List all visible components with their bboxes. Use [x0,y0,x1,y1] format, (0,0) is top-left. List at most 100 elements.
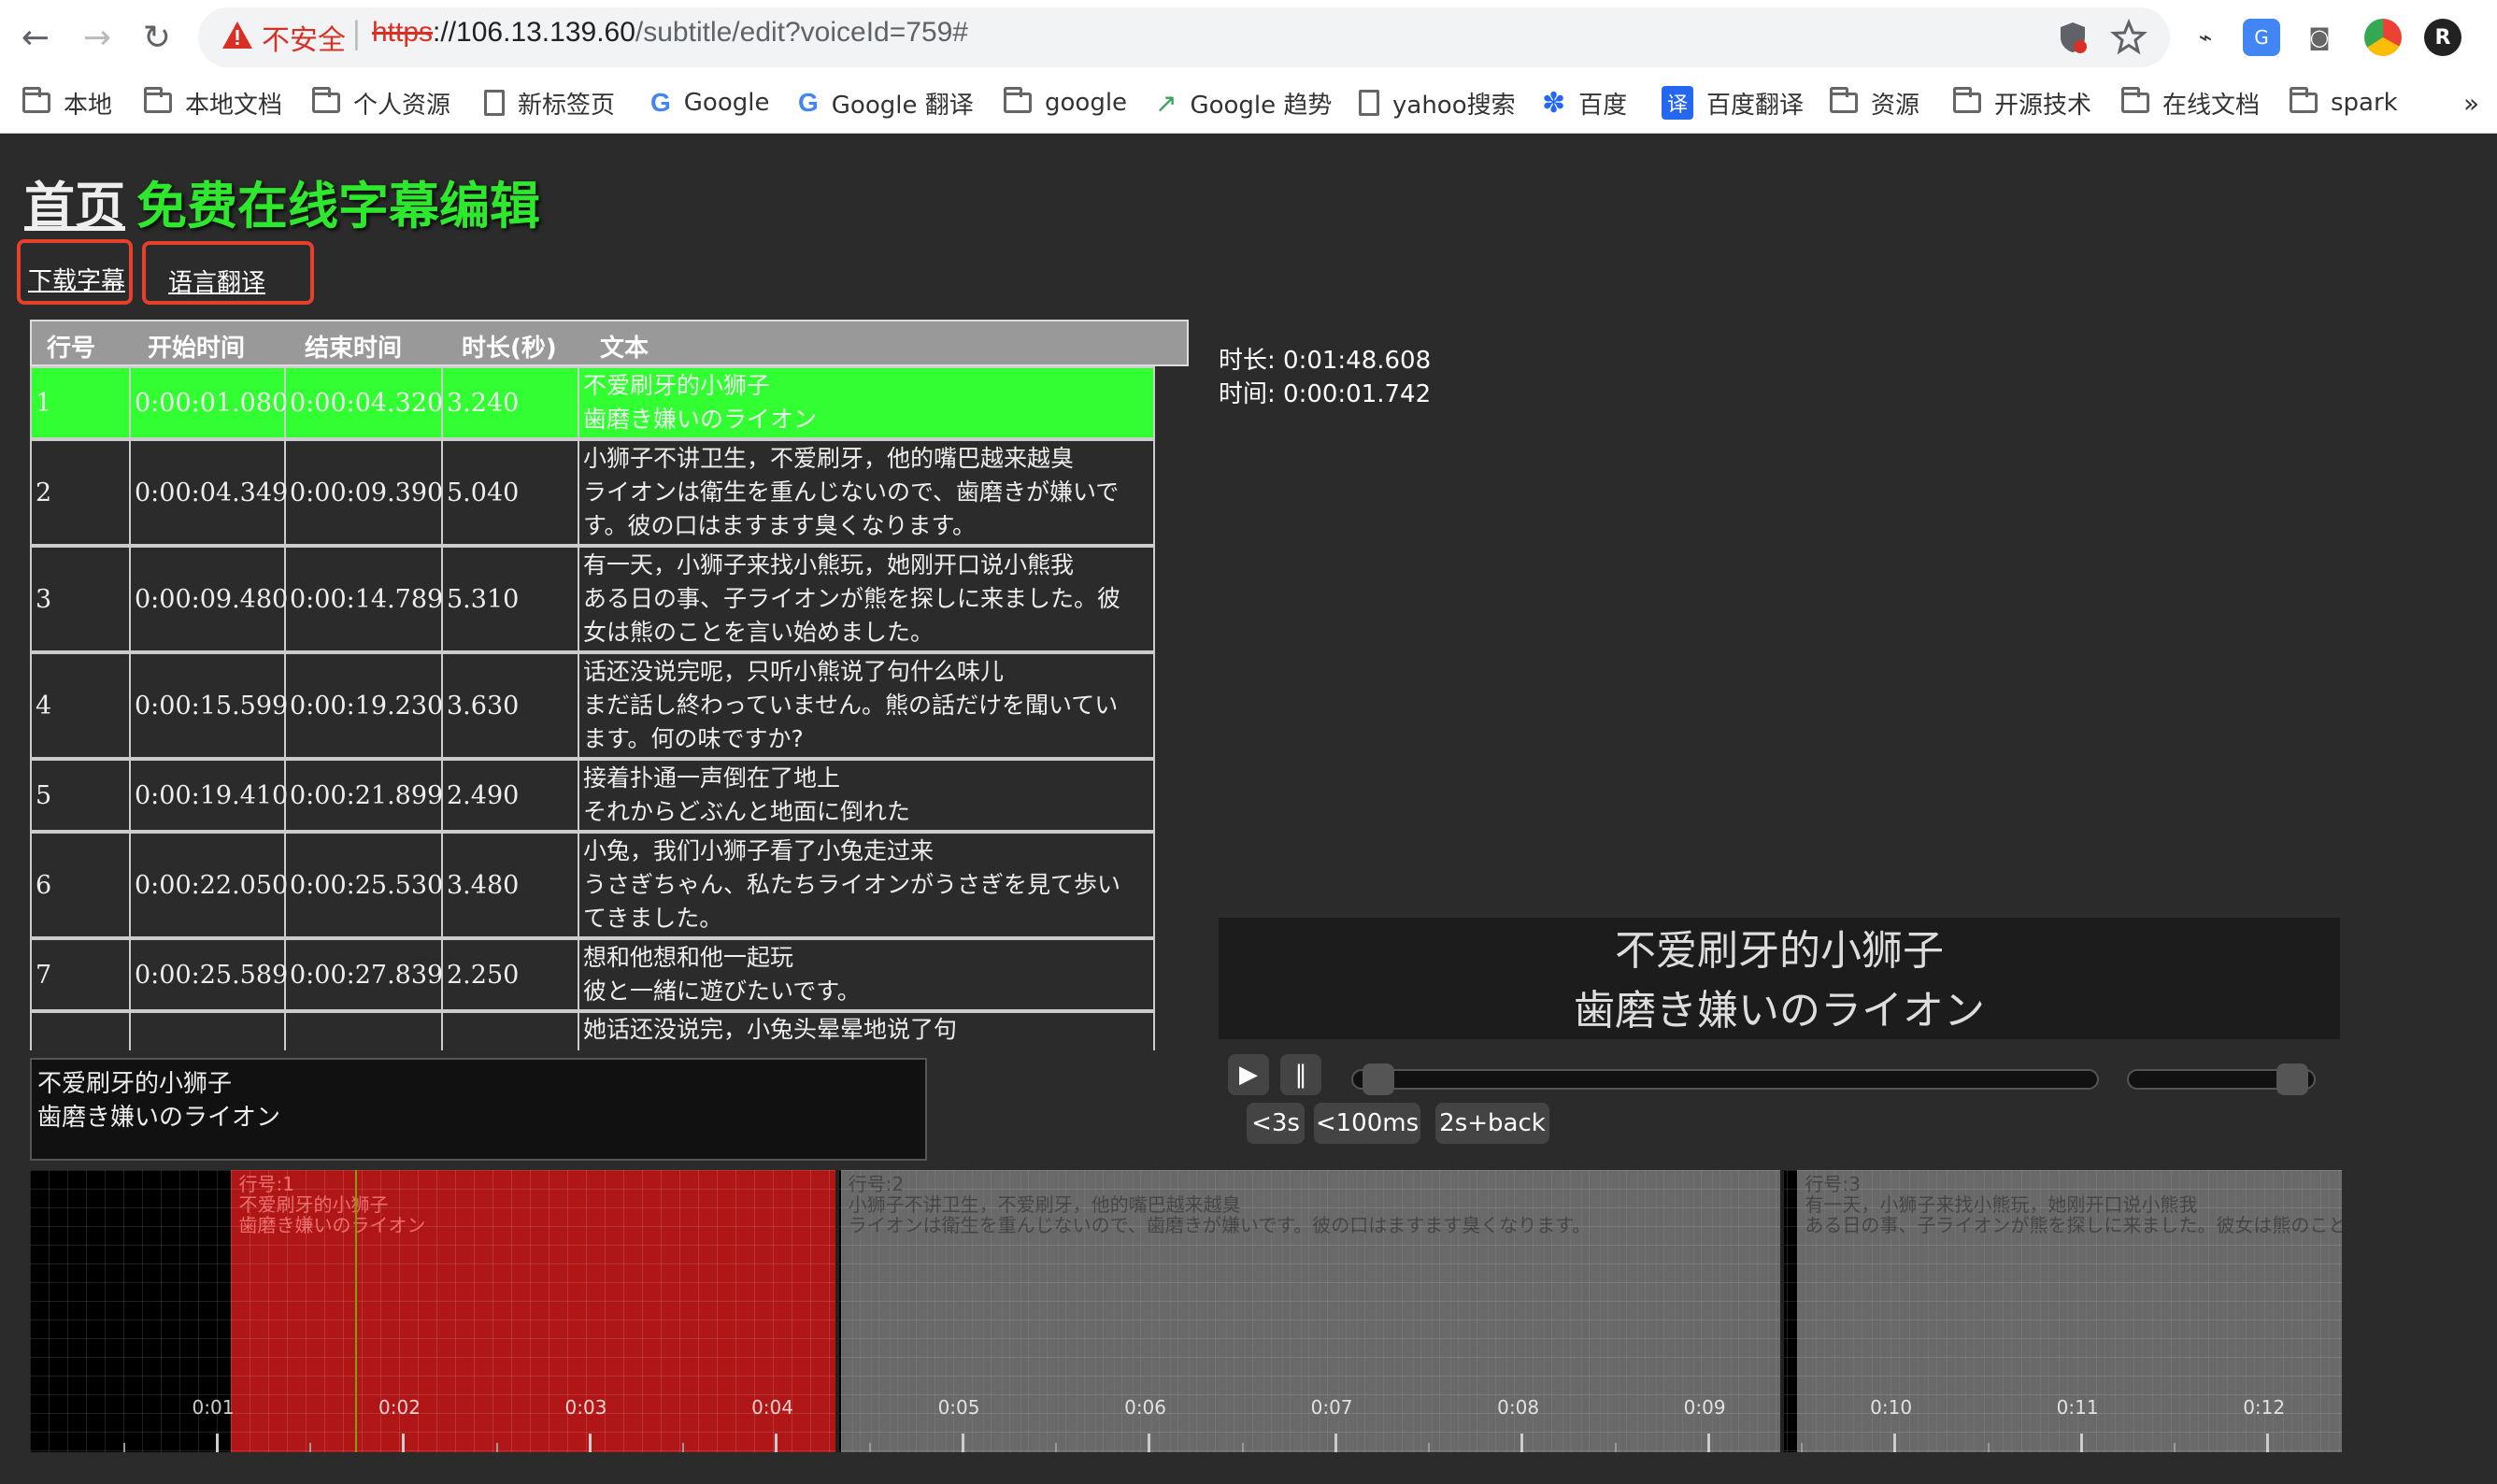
cell-line-no: 3 [32,548,131,650]
bookmark-star-icon[interactable] [2110,19,2147,56]
segment-label-line: 行号:3 [1805,1173,1861,1195]
bookmark-item[interactable]: 在线文档 [2121,82,2260,123]
bookmark-item[interactable]: 个人资源 [312,82,450,123]
timeline-segment[interactable]: 行号:1 不爱刷牙的小狮子 歯磨き嫌いのライオン [231,1170,835,1452]
timeline-tick-label: 0:01 [192,1396,235,1419]
bookmark-item[interactable]: 开源技术 [1953,82,2091,123]
url-path: /subtitle/edit?voiceId=759# [635,17,968,48]
trends-icon: ↗ [1155,87,1177,119]
segment-label: 行号:3 有一天，小狮子来找小熊玩，她刚开口说小熊我 ある日の事、子ライオンが熊を探… [1805,1174,2342,1235]
forward-arrow-icon[interactable]: → [73,13,121,62]
bookmark-item[interactable]: yahoo搜索 [1359,82,1516,123]
segment-label: 行号:1 不爱刷牙的小狮子 歯磨き嫌いのライオン [238,1174,425,1235]
insecure-label: 不安全 [262,24,346,57]
segment-label-line: 小狮子不讲卫生，不爱刷牙，他的嘴巴越来越臭 [848,1193,1241,1216]
volume-knob[interactable] [2276,1063,2308,1095]
cell-start: 0:00:01.080 [131,368,288,437]
subtitle-editor-textarea[interactable]: 不爱刷牙的小狮子 歯磨き嫌いのライオン [30,1058,927,1161]
segment-boundary[interactable] [1780,1170,1785,1452]
timeline-tick [1893,1434,1897,1452]
bookmark-item[interactable]: ↗ Google 趋势 [1155,82,1332,123]
bookmark-item[interactable]: 资源 [1830,82,1919,123]
pause-button[interactable]: ‖ [1280,1054,1321,1095]
bookmark-item[interactable]: 本地文档 [144,82,282,123]
progress-knob[interactable] [1363,1063,1395,1095]
cell-duration: 3.480 [443,834,579,936]
timeline-tick [2079,1434,2083,1452]
folder-icon [22,87,50,113]
cell-duration [443,1013,579,1050]
segment-label-line: 不爱刷牙的小狮子 [238,1193,389,1216]
timeline-minor-tick [1801,1443,1804,1452]
camera-icon[interactable]: ◙ [2301,19,2338,56]
caption-preview: 不爱刷牙的小狮子 歯磨き嫌いのライオン [1219,918,2340,1039]
timeline-tick-label: 0:04 [751,1396,793,1419]
table-row[interactable]: 2 0:00:04.349 0:00:09.390 5.040 小狮子不讲卫生，… [30,439,1155,546]
table-row[interactable]: 1 0:00:01.080 0:00:04.320 3.240 不爱刷牙的小狮子… [30,366,1155,439]
timeline-minor-tick [868,1443,871,1452]
translate-button-frame: 语言翻译 [142,241,314,305]
bookmarks-overflow-button[interactable]: » [2463,82,2479,123]
timeline-tick-label: 0:07 [1310,1396,1353,1419]
page-icon [484,90,505,116]
header-duration: 时长(秒) [462,335,557,363]
blocked-icon[interactable] [2054,19,2091,56]
cell-start: 0:00:04.349 [131,441,288,544]
table-row[interactable]: 7 0:00:25.589 0:00:27.839 2.250 想和他想和他一起… [30,938,1155,1011]
cell-duration: 5.310 [443,548,579,650]
2s-back-button[interactable]: 2s+back [1435,1103,1549,1144]
bookmark-item[interactable]: 译百度翻译 [1662,82,1804,123]
cell-line-no: 4 [32,654,131,757]
table-row[interactable]: 5 0:00:19.410 0:00:21.899 2.490 接着扑通一声倒在… [30,759,1155,832]
timeline-minor-tick [1241,1443,1244,1452]
play-button[interactable]: ▶ [1228,1054,1269,1095]
home-link[interactable]: 首页 [24,164,125,238]
extension-en-icon[interactable]: ⌁ [2187,19,2224,56]
download-button-frame: 下载字幕 [17,239,133,305]
cell-text: 想和他想和他一起玩 彼と一緒に遊びたいです。 [583,944,861,1005]
table-row[interactable]: 4 0:00:15.599 0:00:19.230 3.630 话还没说完呢，只… [30,652,1155,759]
back-100ms-button[interactable]: <100ms [1314,1103,1420,1144]
cell-start: 0:00:19.410 [131,761,288,830]
timeline-minor-tick [309,1443,312,1452]
back-arrow-icon[interactable]: ← [11,13,60,62]
cell-text: 有一天，小狮子来找小熊玩，她刚开口说小熊我 ある日の事、子ライオンが熊を探しに来ま… [583,551,1121,646]
url-text[interactable]: https://106.13.139.60/subtitle/edit?voic… [372,17,968,49]
cell-duration: 2.490 [443,761,579,830]
bookmark-item[interactable]: 新标签页 [484,82,615,123]
table-row[interactable]: 3 0:00:09.480 0:00:14.789 5.310 有一天，小狮子来… [30,546,1155,652]
download-subtitle-button[interactable]: 下载字幕 [28,262,125,296]
cell-start: 0:00:09.480 [131,548,288,650]
table-row[interactable]: 她话还没说完，小兔头晕晕地说了句 [30,1011,1155,1050]
reload-icon[interactable]: ↻ [133,13,181,62]
bookmark-item[interactable]: G Google [650,82,769,123]
segment-label-line: ある日の事、子ライオンが熊を探しに来ました。彼女は熊のこと [1805,1214,2342,1236]
google-translate-icon[interactable]: G [2243,19,2280,56]
timeline-minor-tick [1055,1443,1058,1452]
cell-text: 小狮子不讲卫生，不爱刷牙，他的嘴巴越来越臭 ライオンは衛生を重んじないので、歯磨き… [583,445,1120,539]
timeline-tick [402,1434,406,1452]
back-3s-button[interactable]: <3s [1247,1103,1305,1144]
bookmark-item[interactable]: G Google 翻译 [798,82,974,123]
timeline-tick-label: 0:09 [1683,1396,1726,1419]
cell-start: 0:00:25.589 [131,940,288,1009]
bookmark-item[interactable]: 本地 [22,82,112,123]
table-row[interactable]: 6 0:00:22.050 0:00:25.530 3.480 小兔，我们小狮子… [30,832,1155,938]
cell-duration: 2.250 [443,940,579,1009]
segment-boundary[interactable] [835,1170,839,1452]
bookmark-item[interactable]: spark [2290,82,2398,123]
progress-slider[interactable] [1351,1069,2099,1090]
translate-button[interactable]: 语言翻译 [168,264,265,298]
cell-start: 0:00:15.599 [131,654,288,757]
chrome-extension-icon[interactable] [2364,19,2402,56]
bookmark-item[interactable]: ✽ 百度 [1542,82,1627,123]
r-extension-icon[interactable]: R [2424,19,2461,56]
folder-icon [2121,87,2149,113]
duration-readout: 时长: 0:01:48.608 [1219,347,1432,375]
bookmark-item[interactable]: google [1004,82,1127,123]
timeline[interactable]: 行号:1 不爱刷牙的小狮子 歯磨き嫌いのライオン 行号:2 小狮子不讲卫生，不爱刷牙，他… [30,1170,2342,1452]
baidu-paw-icon: ✽ [1542,86,1566,120]
timeline-tick-label: 0:11 [2056,1396,2099,1419]
playhead-cursor[interactable] [354,1170,357,1452]
segment-label: 行号:2 小狮子不讲卫生，不爱刷牙，他的嘴巴越来越臭 ライオンは衛生を重んじないので… [849,1174,1591,1235]
